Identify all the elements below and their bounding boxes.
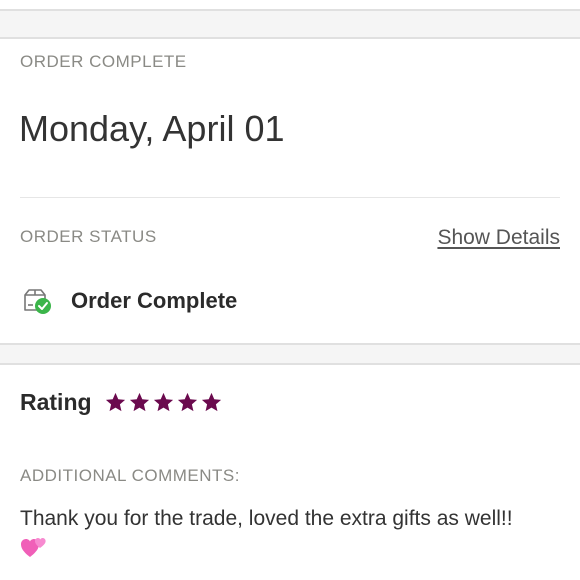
order-status-row: Order Complete xyxy=(22,284,237,318)
top-margin xyxy=(0,0,580,9)
comment-block: Thank you for the trade, loved the extra… xyxy=(20,505,570,559)
star-icon xyxy=(200,391,223,414)
star-icon xyxy=(128,391,151,414)
order-status-text: Order Complete xyxy=(71,288,238,313)
rating-label: Rating xyxy=(20,388,92,415)
rating-stars xyxy=(104,391,224,414)
order-date: Monday, April 01 xyxy=(19,108,285,149)
package-check-icon xyxy=(22,286,54,316)
comment-text: Thank you for the trade, loved the extra… xyxy=(20,507,513,530)
divider xyxy=(20,197,560,198)
section-separator-middle xyxy=(0,343,580,365)
star-icon xyxy=(152,391,175,414)
two-hearts-icon xyxy=(20,535,48,559)
section-separator-top xyxy=(0,9,580,39)
order-header-label: ORDER COMPLETE xyxy=(20,52,187,71)
show-details-link[interactable]: Show Details xyxy=(437,226,560,250)
additional-comments-label: ADDITIONAL COMMENTS: xyxy=(20,466,240,485)
star-icon xyxy=(176,391,199,414)
rating-row: Rating xyxy=(20,386,224,418)
order-status-label: ORDER STATUS xyxy=(20,227,157,246)
star-icon xyxy=(104,391,127,414)
